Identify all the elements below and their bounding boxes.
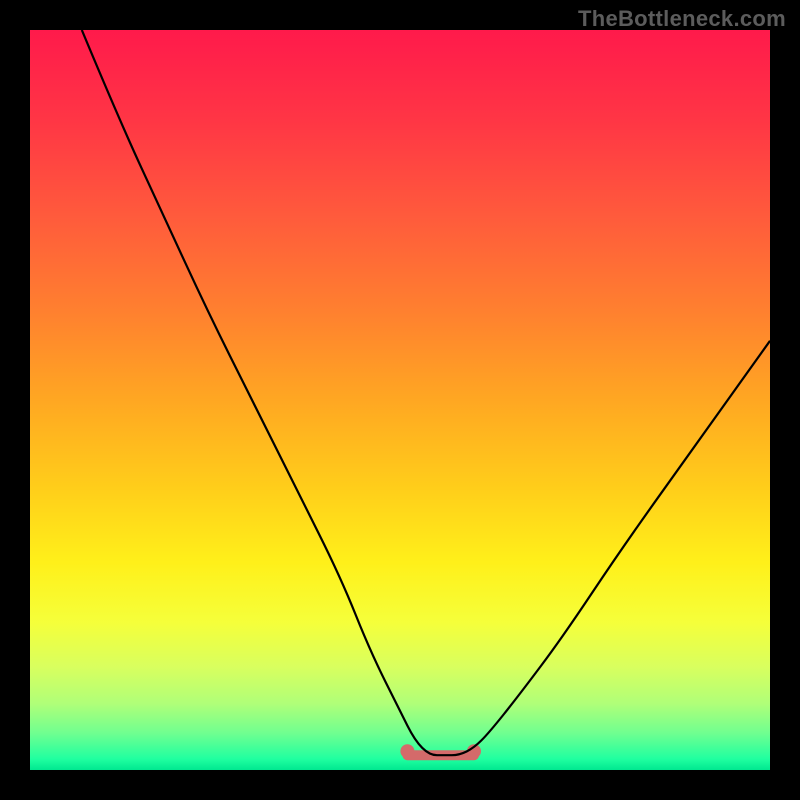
chart-container: TheBottleneck.com xyxy=(0,0,800,800)
gradient-background xyxy=(30,30,770,770)
watermark-label: TheBottleneck.com xyxy=(578,6,786,32)
plot-area xyxy=(30,30,770,770)
bottleneck-chart xyxy=(30,30,770,770)
